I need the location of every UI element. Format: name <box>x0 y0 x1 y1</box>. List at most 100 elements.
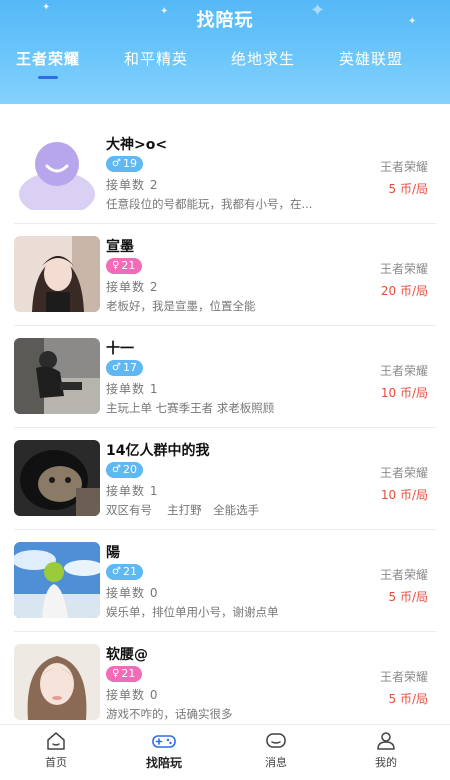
avatar <box>14 542 100 618</box>
nav-messages[interactable]: 消息 <box>236 731 316 770</box>
player-name: 软腰@ <box>106 647 148 663</box>
male-icon: ♂ <box>112 362 121 373</box>
gamepad-icon <box>152 735 176 748</box>
player-game: 王者荣耀 <box>379 160 428 174</box>
player-age: 17 <box>122 361 137 374</box>
tab-heping[interactable]: 和平精英 <box>124 48 188 69</box>
message-icon <box>266 733 286 748</box>
player-price: 5 币/局 <box>388 692 429 706</box>
player-list: 大神>o< ♂ 19 接单数 2 任意段位的号都能玩，我都有小号，在... 王者… <box>0 104 450 724</box>
order-count: 接单数 2 <box>106 176 158 193</box>
order-count-label: 接单数 <box>106 382 146 396</box>
order-count-value: 1 <box>149 382 159 396</box>
tab-label: 英雄联盟 <box>339 50 404 68</box>
tab-juedi[interactable]: 绝地求生 <box>231 48 295 69</box>
player-game: 王者荣耀 <box>379 670 428 684</box>
player-card[interactable]: 软腰@ ♀ 21 接单数 0 游戏不咋的，话确实很多 王者荣耀 5 币/局 <box>0 632 450 734</box>
male-icon: ♂ <box>112 566 121 577</box>
player-age: 19 <box>122 157 137 170</box>
gender-age-badge: ♂ 17 <box>106 360 143 376</box>
profile-icon <box>377 732 395 750</box>
order-count: 接单数 0 <box>106 686 158 703</box>
player-card[interactable]: 大神>o< ♂ 19 接单数 2 任意段位的号都能玩，我都有小号，在... 王者… <box>0 122 450 224</box>
player-price: 5 币/局 <box>388 590 429 604</box>
avatar <box>14 338 100 414</box>
player-name: 大神>o< <box>106 137 168 153</box>
order-count: 接单数 1 <box>106 380 158 397</box>
order-count-label: 接单数 <box>106 586 146 600</box>
player-description: 游戏不咋的，话确实很多 <box>106 707 233 721</box>
nav-home[interactable]: 首页 <box>16 731 96 770</box>
avatar <box>14 134 100 210</box>
player-description: 任意段位的号都能玩，我都有小号，在... <box>106 197 313 211</box>
female-icon: ♀ <box>112 260 120 271</box>
order-count-value: 0 <box>149 586 159 600</box>
nav-label: 我的 <box>375 756 397 769</box>
order-count-value: 0 <box>149 688 159 702</box>
header: ✦ ✦ ✦ ✦ 找陪玩 王者荣耀 和平精英 绝地求生 英雄联盟 <box>0 0 450 104</box>
avatar <box>14 440 100 516</box>
order-count-value: 2 <box>149 178 159 192</box>
home-icon <box>47 732 65 750</box>
player-price: 5 币/局 <box>388 182 429 196</box>
tab-yingxiong[interactable]: 英雄联盟 <box>339 48 403 69</box>
order-count-label: 接单数 <box>106 484 146 498</box>
page-title: 找陪玩 <box>196 10 254 31</box>
game-tabs: 王者荣耀 和平精英 绝地求生 英雄联盟 <box>0 48 450 88</box>
order-count: 接单数 2 <box>106 278 158 295</box>
tab-active-indicator <box>38 76 58 79</box>
bottom-nav: 首页 找陪玩 消息 我的 <box>0 724 450 780</box>
player-name: 宣墨 <box>106 239 134 255</box>
player-description: 主玩上单 七赛季王者 求老板照顾 <box>106 401 275 415</box>
avatar-photo <box>14 236 100 312</box>
tab-wangzhe[interactable]: 王者荣耀 <box>16 48 81 79</box>
order-count-label: 接单数 <box>106 280 146 294</box>
avatar <box>14 236 100 312</box>
gender-age-badge: ♂ 19 <box>106 156 143 172</box>
nav-label: 找陪玩 <box>145 756 182 770</box>
player-description: 娱乐单，排位单用小号，谢谢点单 <box>106 605 279 619</box>
gender-age-badge: ♀ 21 <box>106 258 142 274</box>
order-count-value: 2 <box>149 280 159 294</box>
player-card[interactable]: 十一 ♂ 17 接单数 1 主玩上单 七赛季王者 求老板照顾 王者荣耀 10 币… <box>0 326 450 428</box>
male-icon: ♂ <box>112 464 121 475</box>
male-icon: ♂ <box>112 158 121 169</box>
default-avatar-icon <box>14 134 100 210</box>
player-age: 20 <box>122 463 137 476</box>
player-name: 14亿人群中的我 <box>106 443 210 459</box>
gender-age-badge: ♂ 21 <box>106 564 143 580</box>
order-count-label: 接单数 <box>106 688 146 702</box>
player-age: 21 <box>122 565 137 578</box>
gender-age-badge: ♂ 20 <box>106 462 143 478</box>
nav-label: 首页 <box>45 756 67 769</box>
player-age: 21 <box>121 667 136 680</box>
player-description: 老板好，我是宣墨，位置全能 <box>106 299 256 313</box>
nav-label: 消息 <box>265 756 287 769</box>
player-name: 陽 <box>106 545 120 561</box>
nav-profile[interactable]: 我的 <box>346 731 426 770</box>
avatar-photo <box>14 440 100 516</box>
player-card[interactable]: 陽 ♂ 21 接单数 0 娱乐单，排位单用小号，谢谢点单 王者荣耀 5 币/局 <box>0 530 450 632</box>
avatar <box>14 644 100 720</box>
tab-label: 和平精英 <box>124 50 189 68</box>
female-icon: ♀ <box>112 668 120 679</box>
player-price: 10 币/局 <box>380 488 428 502</box>
avatar-photo <box>14 644 100 720</box>
order-count: 接单数 0 <box>106 584 158 601</box>
order-count-value: 1 <box>149 484 159 498</box>
player-price: 20 币/局 <box>380 284 428 298</box>
order-count-label: 接单数 <box>106 178 146 192</box>
avatar-photo <box>14 338 100 414</box>
player-age: 21 <box>121 259 136 272</box>
player-card[interactable]: 14亿人群中的我 ♂ 20 接单数 1 双区有号 主打野 全能选手 王者荣耀 1… <box>0 428 450 530</box>
avatar-photo <box>14 542 100 618</box>
player-game: 王者荣耀 <box>379 364 428 378</box>
player-card[interactable]: 宣墨 ♀ 21 接单数 2 老板好，我是宣墨，位置全能 王者荣耀 20 币/局 <box>0 224 450 326</box>
tab-label: 绝地求生 <box>231 50 296 68</box>
nav-find-companion[interactable]: 找陪玩 <box>124 731 204 771</box>
player-name: 十一 <box>106 341 134 357</box>
tab-label: 王者荣耀 <box>16 50 81 68</box>
order-count: 接单数 1 <box>106 482 158 499</box>
gender-age-badge: ♀ 21 <box>106 666 142 682</box>
player-description: 双区有号 主打野 全能选手 <box>106 503 260 517</box>
